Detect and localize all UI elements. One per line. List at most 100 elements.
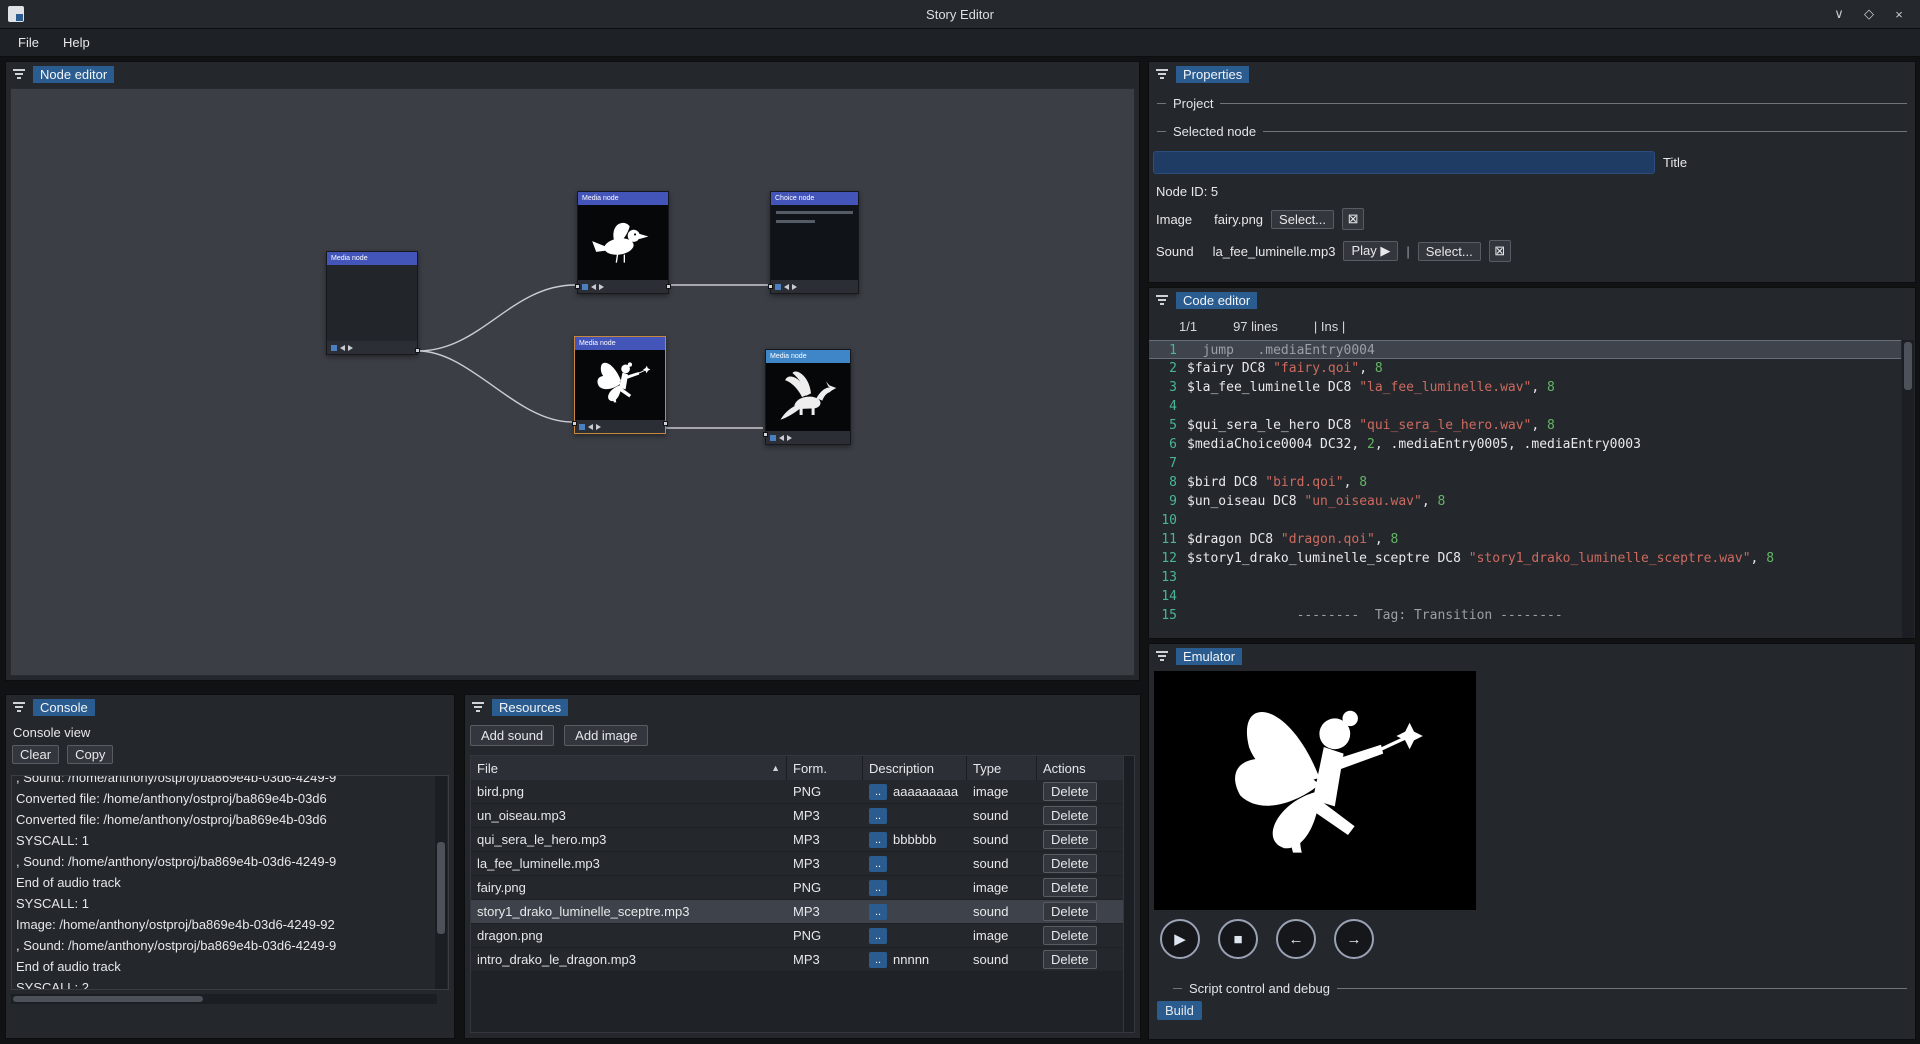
add-image-button[interactable]: Add image [564, 725, 648, 746]
collapse-icon[interactable] [1155, 295, 1169, 305]
image-clear-button[interactable]: ⊠ [1342, 208, 1364, 230]
resources-table: File▲ Form. Description Type Actions bir… [470, 755, 1126, 1033]
media-node[interactable]: Media node [326, 251, 418, 355]
table-row[interactable]: intro_drako_le_dragon.mp3 MP3 .. nnnnn s… [471, 948, 1125, 972]
panel-title: Properties [1176, 66, 1249, 83]
table-row[interactable]: qui_sera_le_hero.mp3 MP3 .. bbbbbb sound… [471, 828, 1125, 852]
edit-description-button[interactable]: .. [869, 832, 887, 848]
column-type[interactable]: Type [967, 756, 1037, 780]
delete-button[interactable]: Delete [1043, 902, 1097, 921]
delete-button[interactable]: Delete [1043, 782, 1097, 801]
delete-button[interactable]: Delete [1043, 926, 1097, 945]
delete-button[interactable]: Delete [1043, 854, 1097, 873]
stop-button[interactable]: ■ [1218, 919, 1258, 959]
build-button[interactable]: Build [1157, 1001, 1202, 1020]
column-form[interactable]: Form. [787, 756, 863, 780]
fairy-thumbnail [575, 350, 665, 420]
console-log[interactable]: , Sound: /home/anthony/ostproj/ba869e4b-… [11, 775, 449, 990]
table-row[interactable]: la_fee_luminelle.mp3 MP3 .. sound Delete [471, 852, 1125, 876]
code-line: 5$qui_sera_le_hero DC8 "qui_sera_le_hero… [1149, 416, 1901, 435]
edit-description-button[interactable]: .. [869, 808, 887, 824]
column-description[interactable]: Description [863, 756, 967, 780]
panel-title: Emulator [1176, 648, 1242, 665]
code-area[interactable]: 1 jump .mediaEntry0004 2$fairy DC8 "fair… [1149, 340, 1901, 639]
clear-button[interactable]: Clear [12, 745, 59, 764]
scrollbar-thumb[interactable] [1904, 342, 1912, 390]
back-button[interactable]: ← [1276, 919, 1316, 959]
collapse-icon[interactable] [1155, 651, 1169, 661]
code-vscrollbar[interactable] [1902, 340, 1914, 638]
media-node-bird[interactable]: Media node [577, 191, 669, 294]
console-view-label: Console view [13, 725, 90, 740]
log-line: , Sound: /home/anthony/ostproj/ba869e4b-… [16, 851, 444, 872]
delete-button[interactable]: Delete [1043, 950, 1097, 969]
add-sound-button[interactable]: Add sound [470, 725, 554, 746]
node-canvas[interactable]: Media node Media node [10, 88, 1135, 676]
table-row[interactable]: un_oiseau.mp3 MP3 .. sound Delete [471, 804, 1125, 828]
sound-play-button[interactable]: Play ▶ [1343, 241, 1398, 261]
sound-label: Sound [1156, 244, 1194, 259]
table-row[interactable]: fairy.png PNG .. image Delete [471, 876, 1125, 900]
image-value: fairy.png [1214, 212, 1263, 227]
delete-button[interactable]: Delete [1043, 806, 1097, 825]
play-button[interactable]: ▶ [1160, 919, 1200, 959]
separator: | [1406, 244, 1409, 259]
maximize-button[interactable]: ◇ [1856, 4, 1882, 24]
sound-clear-button[interactable]: ⊠ [1489, 240, 1511, 262]
file-cell: intro_drako_le_dragon.mp3 [471, 952, 787, 967]
edit-description-button[interactable]: .. [869, 856, 887, 872]
edit-description-button[interactable]: .. [869, 928, 887, 944]
log-line: SYSCALL: 1 [16, 830, 444, 851]
code-line: 2$fairy DC8 "fairy.qoi", 8 [1149, 359, 1901, 378]
title-label: Title [1663, 155, 1687, 170]
scrollbar-thumb[interactable] [13, 996, 203, 1002]
copy-button[interactable]: Copy [67, 745, 113, 764]
collapse-icon[interactable] [471, 702, 485, 712]
collapse-icon[interactable] [12, 702, 26, 712]
input-pin[interactable] [763, 432, 768, 437]
input-pin[interactable] [575, 284, 580, 289]
sound-select-button[interactable]: Select... [1418, 242, 1481, 261]
title-input[interactable] [1153, 151, 1655, 174]
edit-description-button[interactable]: .. [869, 952, 887, 968]
input-pin[interactable] [572, 421, 577, 426]
console-hscrollbar[interactable] [11, 994, 437, 1004]
image-select-button[interactable]: Select... [1271, 210, 1334, 229]
delete-button[interactable]: Delete [1043, 830, 1097, 849]
collapse-icon[interactable] [1155, 69, 1169, 79]
choice-node[interactable]: Choice node [770, 191, 859, 294]
edit-description-button[interactable]: .. [869, 784, 887, 800]
output-pin[interactable] [415, 348, 420, 353]
selected-node-group-label: Selected node [1157, 124, 1907, 139]
node-transport-icons [766, 431, 850, 444]
delete-button[interactable]: Delete [1043, 878, 1097, 897]
table-row[interactable]: dragon.png PNG .. image Delete [471, 924, 1125, 948]
type-cell: sound [967, 952, 1037, 967]
column-actions[interactable]: Actions [1037, 756, 1125, 780]
edit-description-button[interactable]: .. [869, 880, 887, 896]
fairy-image [1205, 678, 1425, 903]
menu-help[interactable]: Help [53, 32, 100, 53]
close-button[interactable]: × [1886, 4, 1912, 24]
media-node-dragon[interactable]: Media node [765, 349, 851, 445]
forward-button[interactable]: → [1334, 919, 1374, 959]
minimize-button[interactable]: ∨ [1826, 4, 1852, 24]
table-row[interactable]: bird.png PNG .. aaaaaaaaa image Delete [471, 780, 1125, 804]
table-row-selected[interactable]: story1_drako_luminelle_sceptre.mp3 MP3 .… [471, 900, 1125, 924]
panel-title: Node editor [33, 66, 114, 83]
menu-file[interactable]: File [8, 32, 49, 53]
output-pin[interactable] [666, 284, 671, 289]
output-pin[interactable] [663, 421, 668, 426]
file-cell: un_oiseau.mp3 [471, 808, 787, 823]
edit-description-button[interactable]: .. [869, 904, 887, 920]
scrollbar-thumb[interactable] [437, 842, 445, 934]
column-file[interactable]: File▲ [471, 756, 787, 780]
log-line: Converted file: /home/anthony/ostproj/ba… [16, 788, 444, 809]
resources-vscrollbar[interactable] [1123, 755, 1135, 1033]
console-vscrollbar[interactable] [435, 776, 447, 989]
collapse-icon[interactable] [12, 69, 26, 79]
dragon-thumbnail [766, 363, 850, 431]
media-node-fairy[interactable]: Media node [574, 336, 666, 434]
format-cell: MP3 [787, 904, 863, 919]
input-pin[interactable] [768, 284, 773, 289]
